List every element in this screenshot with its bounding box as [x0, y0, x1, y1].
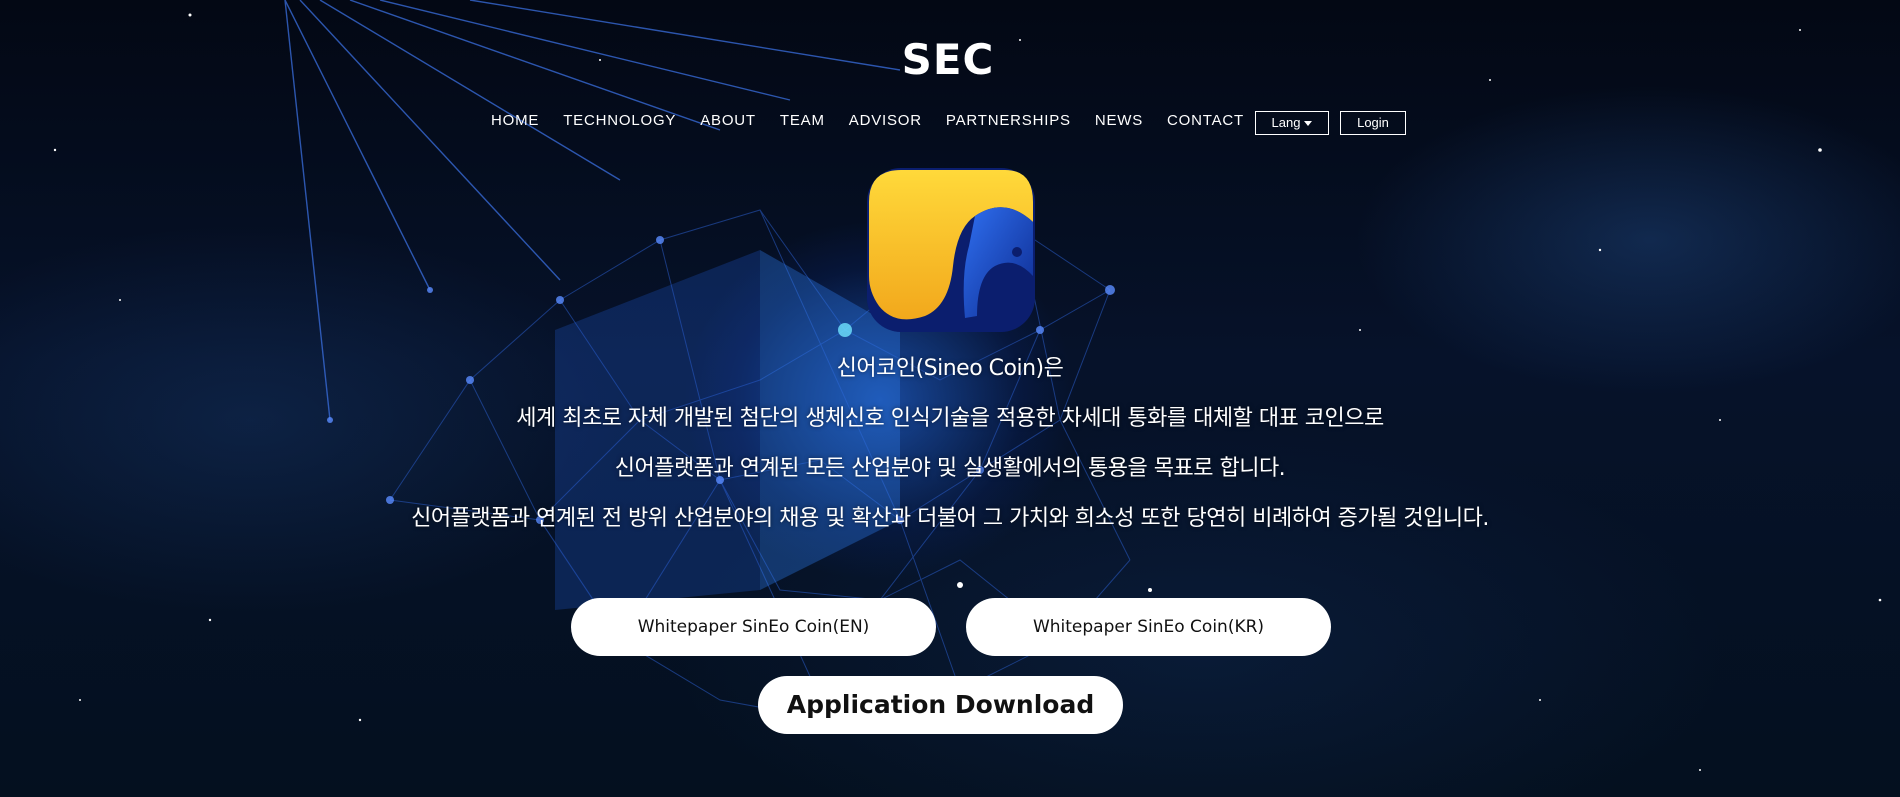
nav-about[interactable]: ABOUT: [700, 112, 756, 129]
hero-title: 신어코인(Sineo Coin)은: [836, 356, 1064, 381]
top-nav: HOME TECHNOLOGY ABOUT TEAM ADVISOR PARTN…: [0, 112, 1900, 134]
nav-advisor[interactable]: ADVISOR: [849, 112, 922, 129]
caret-down-icon: [1304, 121, 1313, 127]
nav-team[interactable]: TEAM: [780, 112, 825, 129]
sineo-app-logo-icon: [867, 168, 1035, 332]
nav-partnerships[interactable]: PARTNERSHIPS: [946, 112, 1071, 129]
hero-text-line-3: 신어플랫폼과 연계된 전 방위 산업분야의 채용 및 확산과 더불어 그 가치와…: [411, 506, 1489, 531]
language-dropdown[interactable]: Lang: [1255, 111, 1329, 135]
language-label: Lang: [1271, 115, 1301, 130]
whitepaper-en-button[interactable]: Whitepaper SinEo Coin(EN): [571, 598, 936, 656]
nav-news[interactable]: NEWS: [1095, 112, 1143, 129]
whitepaper-kr-button[interactable]: Whitepaper SinEo Coin(KR): [966, 598, 1331, 656]
nav-contact[interactable]: CONTACT: [1167, 112, 1244, 129]
hero-text-line-2: 신어플랫폼과 연계된 모든 산업분야 및 실생활에서의 통용을 목표로 합니다.: [614, 456, 1286, 481]
nav-home[interactable]: HOME: [491, 112, 539, 129]
hero-text-line-1: 세계 최초로 자체 개발된 첨단의 생체신호 인식기술을 적용한 차세대 통화를…: [516, 406, 1384, 431]
nav-technology[interactable]: TECHNOLOGY: [563, 112, 676, 129]
login-button[interactable]: Login: [1340, 111, 1406, 135]
application-download-button[interactable]: Application Download: [758, 676, 1123, 734]
sec-logo[interactable]: SEC: [898, 39, 998, 81]
